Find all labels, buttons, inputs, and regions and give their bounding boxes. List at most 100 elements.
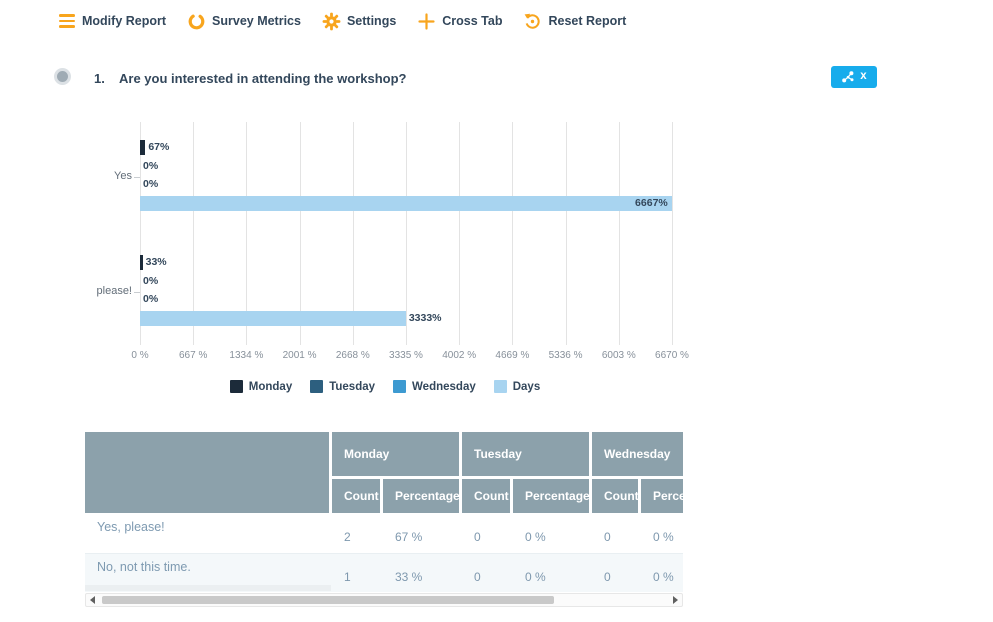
category-label: please! bbox=[85, 285, 132, 298]
toolbar-item-cross-tab[interactable]: Cross Tab bbox=[417, 12, 502, 31]
menu-lines-icon bbox=[57, 12, 76, 31]
bar-value-label: 67% bbox=[148, 140, 169, 155]
gridline bbox=[512, 122, 513, 345]
legend-label: Monday bbox=[249, 381, 292, 393]
toolbar-item-label: Cross Tab bbox=[442, 14, 502, 28]
toolbar-item-settings[interactable]: Settings bbox=[322, 12, 396, 31]
x-axis-tick-label: 667 % bbox=[165, 350, 221, 361]
category-tick bbox=[134, 292, 140, 293]
x-axis-tick-label: 2001 % bbox=[272, 350, 328, 361]
sub-header-percentage: Percentage bbox=[513, 479, 589, 513]
x-axis-tick-label: 0 % bbox=[112, 350, 168, 361]
scrollbar-thumb[interactable] bbox=[102, 596, 554, 604]
toolbar-item-survey-metrics[interactable]: Survey Metrics bbox=[187, 12, 301, 31]
category-label: Yes bbox=[85, 170, 132, 183]
legend-label: Days bbox=[513, 381, 541, 393]
gear-icon bbox=[322, 12, 341, 31]
results-table: MondayTuesdayWednesdayCountPercentageCou… bbox=[85, 432, 683, 592]
plus-icon bbox=[417, 12, 436, 31]
report-toolbar: Modify Report Survey Metrics Settings Cr… bbox=[57, 9, 626, 33]
toolbar-item-label: Survey Metrics bbox=[212, 14, 301, 28]
legend-label: Tuesday bbox=[329, 381, 375, 393]
row-value: 67 % bbox=[395, 530, 422, 544]
question-radio[interactable] bbox=[54, 68, 71, 85]
cluster-icon bbox=[841, 70, 855, 84]
legend-swatch bbox=[310, 380, 323, 393]
row-value: 0 % bbox=[525, 570, 546, 584]
bar-monday-yes bbox=[140, 140, 145, 155]
sub-header-percentage: Percentage bbox=[641, 479, 683, 513]
legend-item-tuesday[interactable]: Tuesday bbox=[310, 380, 375, 393]
toolbar-item-label: Modify Report bbox=[82, 14, 166, 28]
gridline bbox=[459, 122, 460, 345]
row-value: 0 bbox=[604, 530, 611, 544]
reset-icon bbox=[523, 12, 542, 31]
question-actions-button[interactable]: x bbox=[831, 66, 877, 88]
x-axis-tick-label: 6670 % bbox=[644, 350, 700, 361]
sub-header-count: Count bbox=[332, 479, 380, 513]
column-group-header-wednesday: Wednesday bbox=[592, 432, 683, 476]
legend-swatch bbox=[230, 380, 243, 393]
row-value: 2 bbox=[344, 530, 351, 544]
column-group-header-monday: Monday bbox=[332, 432, 459, 476]
fixed-column-edge bbox=[85, 585, 331, 591]
bar-chart: 0 %667 %1334 %2001 %2668 %3335 %4002 %46… bbox=[85, 115, 710, 370]
gridline bbox=[619, 122, 620, 345]
chart-legend: Monday Tuesday Wednesday Days bbox=[85, 380, 685, 393]
legend-item-wednesday[interactable]: Wednesday bbox=[393, 380, 476, 393]
row-label: No, not this time. bbox=[97, 560, 191, 574]
row-value: 1 bbox=[344, 570, 351, 584]
x-axis-tick-label: 4002 % bbox=[431, 350, 487, 361]
legend-swatch bbox=[494, 380, 507, 393]
bar-value-label: 0% bbox=[143, 292, 158, 307]
gridline bbox=[672, 122, 673, 345]
bar-days-yes bbox=[140, 196, 672, 211]
toolbar-item-modify-report[interactable]: Modify Report bbox=[57, 12, 166, 31]
x-axis-tick-label: 6003 % bbox=[591, 350, 647, 361]
x-axis-tick-label: 2668 % bbox=[325, 350, 381, 361]
x-axis-tick-label: 1334 % bbox=[218, 350, 274, 361]
row-value: 0 % bbox=[653, 530, 674, 544]
bar-value-label: 0% bbox=[143, 177, 158, 192]
question-number: 1. bbox=[94, 71, 105, 86]
donut-chart-icon bbox=[187, 12, 206, 31]
toolbar-item-label: Settings bbox=[347, 14, 396, 28]
bar-value-label: 6667% bbox=[620, 196, 668, 211]
column-group-header-tuesday: Tuesday bbox=[462, 432, 589, 476]
bar-days-please bbox=[140, 311, 406, 326]
row-label: Yes, please! bbox=[97, 520, 165, 534]
x-axis-tick-label: 5336 % bbox=[538, 350, 594, 361]
category-tick bbox=[134, 177, 140, 178]
bar-value-label: 0% bbox=[143, 274, 158, 289]
toolbar-item-label: Reset Report bbox=[548, 14, 626, 28]
close-label: x bbox=[860, 71, 866, 83]
scroll-left-icon[interactable] bbox=[90, 596, 95, 604]
row-value: 0 % bbox=[653, 570, 674, 584]
table-corner-header bbox=[85, 432, 329, 513]
sub-header-count: Count bbox=[462, 479, 510, 513]
legend-swatch bbox=[393, 380, 406, 393]
bar-value-label: 3333% bbox=[409, 311, 442, 326]
gridline bbox=[406, 122, 407, 345]
scroll-right-icon[interactable] bbox=[673, 596, 678, 604]
bar-value-label: 33% bbox=[146, 255, 167, 270]
gridline bbox=[566, 122, 567, 345]
horizontal-scrollbar[interactable] bbox=[85, 593, 683, 607]
row-divider bbox=[85, 553, 683, 554]
row-value: 0 bbox=[474, 570, 481, 584]
legend-item-days[interactable]: Days bbox=[494, 380, 541, 393]
x-axis-tick-label: 3335 % bbox=[378, 350, 434, 361]
row-value: 0 bbox=[604, 570, 611, 584]
table-row: Yes, please! 2 67 % 0 0 % 0 0 % bbox=[85, 513, 683, 553]
survey-report-page: Modify Report Survey Metrics Settings Cr… bbox=[0, 0, 993, 622]
row-value: 0 % bbox=[525, 530, 546, 544]
row-value: 0 bbox=[474, 530, 481, 544]
sub-header-count: Count bbox=[592, 479, 638, 513]
toolbar-item-reset-report[interactable]: Reset Report bbox=[523, 12, 626, 31]
legend-item-monday[interactable]: Monday bbox=[230, 380, 292, 393]
bar-value-label: 0% bbox=[143, 159, 158, 174]
bar-monday-please bbox=[140, 255, 143, 270]
sub-header-percentage: Percentage bbox=[383, 479, 459, 513]
x-axis-tick-label: 4669 % bbox=[484, 350, 540, 361]
question-title: Are you interested in attending the work… bbox=[119, 71, 406, 86]
